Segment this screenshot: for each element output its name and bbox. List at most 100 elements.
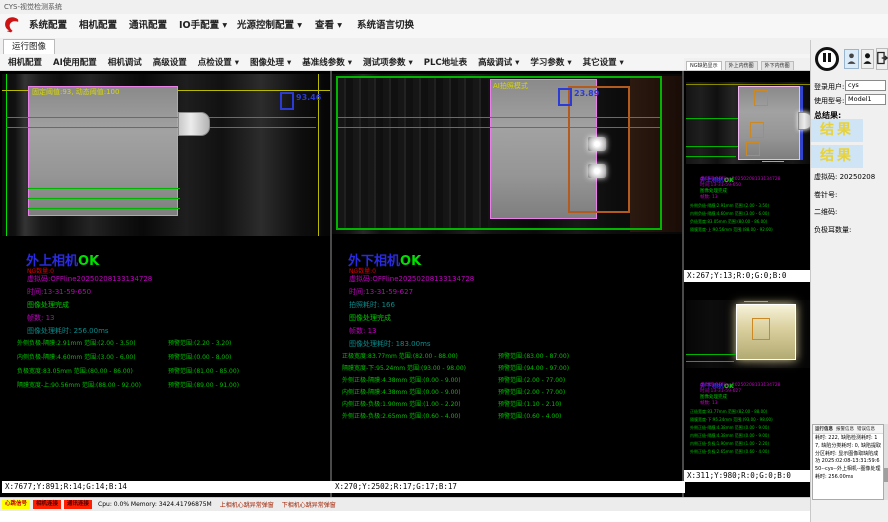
- measure-line: [28, 198, 180, 199]
- admin-user-button[interactable]: [861, 49, 874, 69]
- tiny-annotation: [762, 161, 784, 162]
- window-title: CYS-视觉检测系统: [4, 3, 62, 11]
- menu-item-io-config[interactable]: IO手配置 ▾: [174, 14, 232, 38]
- tab-upper-inner-image[interactable]: 外上内伤图: [725, 61, 758, 70]
- login-user-button[interactable]: [844, 49, 859, 69]
- tab-run-info[interactable]: 运行信息: [815, 426, 833, 432]
- run-info-panel: 运行信息 报警信息 错误信息 耗时: 222, 缺陷检测耗时: 17, 缺陷分类…: [812, 424, 884, 500]
- toolbar-spotcheck-settings[interactable]: 点检设置 ▾: [198, 56, 239, 68]
- toolbar-camera-debug[interactable]: 相机调试: [108, 56, 142, 68]
- model-label: 使用型号:: [814, 96, 844, 106]
- tab-lower-inner-image[interactable]: 外下内伤图: [761, 61, 794, 70]
- menu-item-light-control[interactable]: 光源控制配置 ▾: [232, 14, 307, 38]
- negative-tab-count-label: 负极耳数量:: [814, 225, 851, 235]
- menu-item-camera-config[interactable]: 相机配置: [74, 14, 122, 38]
- info-scrollbar-thumb[interactable]: [884, 468, 888, 482]
- separator-sheet-region: [28, 86, 178, 216]
- status-bar: 心跳信号 相机连接 通讯连接 Cpu: 0.0% Memory: 3424.41…: [0, 497, 810, 511]
- tab-ng-defect-display[interactable]: NG缺陷显示: [686, 61, 722, 70]
- upper-camera-status: OK: [78, 254, 99, 269]
- toolbar-test-item-params[interactable]: 测试项参数 ▾: [363, 56, 413, 68]
- upper-thumbnail-image[interactable]: [686, 82, 810, 164]
- toolbar-plc-address-table[interactable]: PLC地址表: [424, 56, 467, 68]
- upper-done-text: 图像处理完成: [27, 300, 69, 310]
- lower-time: 时间:13-31-59-627: [349, 287, 413, 297]
- qr-code-label: 二维码:: [814, 207, 837, 217]
- upper-camera-image[interactable]: 固定阈值:93, 动态阈值:100 93.46: [2, 74, 330, 236]
- measure-row: 外侧负极-隔膜:2.91mm 范围:(2.00 - 3.50)预警范围:(2.2…: [17, 338, 327, 347]
- thumb-measure-row: 外侧正极-隔膜:4.38mm 范围:(0.00 - 9.00): [690, 425, 769, 431]
- login-user-input[interactable]: cys: [845, 80, 886, 91]
- lower-elapsed: 图像处理耗时: 183.00ms: [349, 339, 431, 349]
- toolbar-advanced-debug[interactable]: 高级调试 ▾: [478, 56, 519, 68]
- measure-row: 隔膜宽度-下:95.24mm 范围:(93.00 - 98.00)预警范围:(9…: [342, 363, 672, 372]
- measure-row: 外侧正极-隔膜:4.38mm 范围:(0.00 - 9.00)预警范围:(2.0…: [342, 375, 672, 384]
- lower-camera-status: OK: [400, 254, 421, 269]
- measure-line: [686, 354, 736, 355]
- menu-item-view[interactable]: 查看 ▾: [310, 14, 347, 38]
- lower-barcode: 虚拟码:OFFline20250208133134728: [349, 274, 474, 284]
- thumb-lower-frames: 帧数: 13: [700, 400, 718, 406]
- tab-connector-part: [178, 112, 210, 136]
- thumb-measure-row: 隔膜宽度-下:95.24mm 范围:(93.00 - 98.00): [690, 417, 773, 423]
- thumb-upper-pixel-coords: X:267;Y:13;R:0;G:0;B:0: [684, 270, 813, 282]
- thumb-measure-row: 外侧负极-隔膜:2.91mm 范围:(2.00 - 3.50): [690, 203, 769, 209]
- measure-line: [28, 208, 180, 209]
- needle-number-label: 卷针号:: [814, 190, 837, 200]
- toolbar-other-settings[interactable]: 其它设置 ▾: [583, 56, 624, 68]
- toolbar-learning-params[interactable]: 学习参数 ▾: [530, 56, 571, 68]
- menu-item-comm-config[interactable]: 通讯配置: [124, 14, 172, 38]
- roi-small-box: [746, 142, 760, 156]
- model-input[interactable]: Model1: [845, 94, 886, 105]
- menu-item-system-config[interactable]: 系统配置: [24, 14, 72, 38]
- run-info-text: 耗时: 222, 缺陷检测耗时: 17, 缺陷分类耗时: 0, 缺陷提取分区耗时…: [813, 434, 883, 483]
- lower-thumbnail-image[interactable]: [686, 300, 810, 368]
- roi-small-box: [750, 122, 764, 138]
- measure-line: [686, 361, 734, 362]
- upper-camera-heartbeat-warning: 上相机心跳异常弹窗: [220, 500, 274, 509]
- app-window: CYS-视觉检测系统 系统配置 相机配置 通讯配置 IO手配置 ▾ 光源控制配置…: [0, 0, 888, 522]
- pause-button[interactable]: [815, 47, 839, 71]
- toolbar-image-processing[interactable]: 图像处理 ▾: [250, 56, 291, 68]
- tab-error-info[interactable]: 错误信息: [857, 426, 875, 432]
- tab-alarm-info[interactable]: 报警信息: [836, 426, 854, 432]
- upper-time: 时间:13-31-59-650: [27, 287, 91, 297]
- cpu-memory-text: Cpu: 0.0% Memory: 3424.41796875M: [98, 501, 212, 508]
- thumb-measure-row: 负极宽度:83.05mm 范围:(80.00 - 86.00): [690, 219, 767, 225]
- thumb-lower-pixel-coords: X:311;Y:980;R:0;G:0;B:0: [684, 470, 813, 482]
- measure-line: [686, 118, 738, 119]
- tab-run-image[interactable]: 运行图像: [3, 39, 55, 55]
- thumbnail-tab-bar: NG缺陷显示 外上内伤图 外下内伤图: [684, 58, 810, 71]
- measure-row: 负极宽度:83.05mm 范围:(80.00 - 86.00)预警范围:(81.…: [17, 366, 327, 375]
- lower-camera-heartbeat-warning: 下相机心跳异常弹窗: [282, 500, 336, 509]
- measure-row: 隔膜宽度-上:90.56mm 范围:(88.00 - 92.00)预警范围:(8…: [17, 380, 327, 389]
- measure-line: [6, 127, 316, 128]
- toolbar-ai-use-config[interactable]: AI使用配置: [53, 56, 97, 68]
- measure-line: [686, 156, 736, 157]
- heartbeat-badge: 心跳信号: [2, 500, 30, 509]
- electrode-tab-highlight: [588, 164, 606, 178]
- threshold-label: 固定阈值:93, 动态阈值:100: [32, 87, 119, 97]
- app-logo-icon: [3, 16, 21, 34]
- info-scrollbar[interactable]: [884, 424, 888, 500]
- roi-value: 93.46: [296, 93, 321, 102]
- measure-row: 正极宽度:83.77mm 范围:(82.00 - 88.00)预警范围:(83.…: [342, 351, 672, 360]
- menu-item-language-switch[interactable]: 系统语言切换: [352, 14, 419, 38]
- thumb-upper-frames: 帧数: 13: [700, 194, 718, 200]
- tiny-annotation: [744, 301, 768, 302]
- toolbar-advanced-settings[interactable]: 高级设置: [153, 56, 187, 68]
- ai-mode-label: AI拍照模式: [493, 81, 528, 91]
- toolbar-baseline-params[interactable]: 基准线参数 ▾: [302, 56, 352, 68]
- upper-frame-count: 帧数: 13: [27, 313, 55, 323]
- measure-row: 内侧正极-隔膜:4.38mm 范围:(0.00 - 9.00)预警范围:(2.0…: [342, 387, 672, 396]
- toolbar-camera-config[interactable]: 相机配置: [8, 56, 42, 68]
- pause-icon: [823, 53, 826, 62]
- camera-link-badge: 相机连接: [33, 500, 61, 509]
- measure-row: 内侧负极-隔膜:4.60mm 范围:(3.00 - 6.00)预警范围:(0.0…: [17, 352, 327, 361]
- info-tab-bar: 运行信息 报警信息 错误信息: [813, 425, 883, 434]
- electrode-tab-highlight: [588, 137, 606, 151]
- lower-camera-image[interactable]: AI拍照模式 23.89: [332, 74, 682, 234]
- exit-button[interactable]: [876, 48, 888, 70]
- user-dark-icon: [863, 50, 872, 69]
- baseline-yellow: [686, 84, 810, 85]
